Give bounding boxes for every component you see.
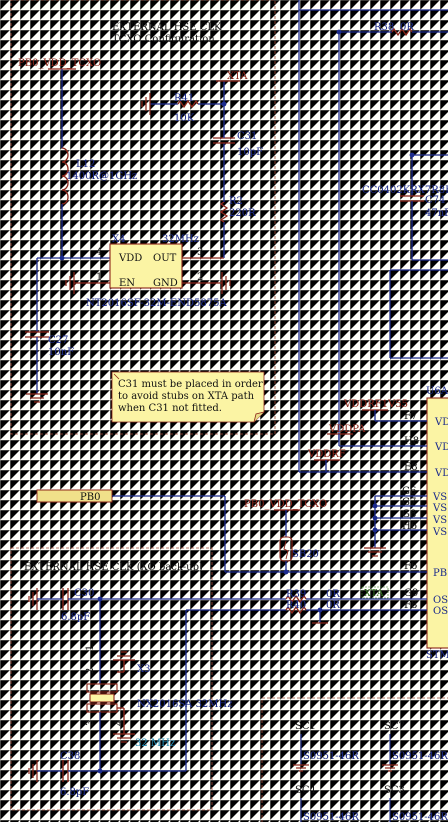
pin-h6: H6	[402, 521, 417, 532]
net-vddrf1v55: VDDRF1V55	[343, 399, 408, 410]
x4-pin4-number: 4	[96, 247, 102, 258]
x3-pin1-number: 1	[85, 645, 96, 651]
net-pb0-vdd-tcxo-top: PB0_VDD_TCXO	[18, 58, 101, 69]
pin-vd-1: VD	[434, 417, 448, 428]
pin-os-1: OS	[433, 595, 448, 606]
pin-h8: H8	[404, 436, 419, 447]
sb20-ref: SB20	[292, 549, 319, 560]
pin-vs-4: VS	[432, 527, 447, 538]
pin-vs-1: VS	[432, 492, 447, 503]
net-xta-label: XTA	[364, 588, 384, 599]
pin-g7: G7	[402, 497, 416, 508]
pb0-port-label: PB0	[80, 492, 100, 503]
pin-g6: G6	[402, 486, 416, 497]
note-line-3: when C31 not fitted.	[118, 403, 222, 414]
pin-g9: G9	[404, 588, 418, 599]
tcxo-section-subtitle: TCXO Configuration	[112, 34, 215, 45]
c74-value: 47nF	[425, 208, 448, 219]
pin-f6: F6	[404, 561, 417, 572]
r41-value: 10K	[174, 113, 195, 124]
junction-dot	[372, 527, 378, 533]
x4-pin-out: OUT	[153, 253, 177, 264]
x4-pin-en: EN	[119, 278, 135, 289]
x4-pin3-number: 3	[197, 247, 203, 258]
c38-value: 6.8pF	[60, 787, 89, 798]
r39-value: 0R	[326, 589, 340, 600]
note-line-2: to avoid stubs on XTA path	[118, 391, 255, 402]
net-vddrf: VDDRF	[307, 449, 346, 460]
net-xta-top: XTA	[227, 71, 248, 82]
u6a-ref: U6A	[426, 386, 448, 397]
sc7-part: S0951-46R	[392, 751, 448, 762]
r40-ref: R40	[286, 600, 306, 611]
sc7-ref: SC7	[384, 721, 405, 732]
pin-g8: G8	[402, 509, 416, 520]
r39-ref: R39	[286, 589, 306, 600]
c27-ref: C27	[48, 335, 68, 346]
x3-pin2-number: 2	[85, 668, 96, 674]
note-line-1: C31 must be placed in order	[118, 379, 263, 390]
junction-dot	[372, 515, 378, 521]
r2-value: 220R	[229, 208, 256, 219]
r38-value: 0R	[400, 22, 414, 33]
junction-dot	[372, 503, 378, 509]
c30-value: 6.8pF	[61, 612, 90, 623]
pin-vs-2: VS	[432, 503, 447, 514]
sc1-ref: SC1	[295, 721, 316, 732]
pin-os-2: OS	[433, 606, 448, 617]
sc3-part: S0951-46R	[392, 812, 448, 822]
tcxo-section-title: EXTERNAL HSE CLK	[112, 22, 222, 33]
x4-freq: 32MHz	[162, 234, 199, 245]
x4-pin-vdd: VDD	[118, 253, 142, 264]
sc4-ref: SC4	[295, 785, 316, 796]
r40-value: 0R	[326, 600, 340, 611]
design-note: C31 must be placed in order to avoid stu…	[111, 371, 265, 423]
pin-vd-2: VD	[434, 442, 448, 453]
pb0-port[interactable]	[36, 489, 113, 503]
sc3-ref: SC3	[384, 785, 405, 796]
x3-ref: X3	[137, 664, 150, 675]
c27-value: 10nF	[48, 347, 74, 358]
x3-freq: 32 MHz	[135, 738, 175, 749]
r38-ref: R38	[374, 22, 394, 33]
pin-pb: PB	[433, 568, 447, 579]
r2-ref: R2	[229, 196, 243, 207]
c31-ref: C31	[237, 131, 257, 142]
r41-ref: R41	[174, 93, 194, 104]
x3-crystal-body[interactable]	[89, 693, 115, 703]
u6a-name: STM	[426, 650, 448, 661]
x3-pin3-number: 3	[85, 720, 96, 726]
pin-f7: F7	[404, 411, 417, 422]
x3-part: NX2016SA 32MHz	[137, 699, 233, 710]
xo-section-title: EXTERNAL HSE CLK (XO back-up)	[24, 562, 203, 573]
sc4-part: S0951-46R	[303, 812, 359, 822]
pin-e8: E8	[404, 462, 418, 473]
schematic-canvas: EXTERNAL HSE CLK TCXO Configuration PB0_…	[0, 0, 448, 822]
c38-ref: C38	[60, 751, 80, 762]
c31-value: 10pF	[237, 147, 263, 158]
x4-ref: X4	[112, 234, 125, 245]
l12-value: 1400R@1GHz	[66, 171, 137, 182]
x4-part-number: NT2016SF-32M-END5875A	[86, 298, 227, 309]
pin-vs-3: VS	[432, 515, 447, 526]
c30-ref: C30	[74, 588, 94, 599]
pin-vd-3: VD	[434, 468, 448, 479]
pin-f8: F8	[404, 600, 417, 611]
x4-pin-gnd: GND	[153, 278, 178, 289]
x4-pin1-number: 1	[96, 272, 102, 283]
x4-pin2-number: 2	[197, 272, 203, 283]
c74-ref: C74	[425, 195, 445, 206]
net-pb0-vdd-tcxo-mid: PB0_VDD_TCXO	[244, 499, 327, 510]
sc1-part: S0951-46R	[303, 751, 359, 762]
l12-ref: L12	[76, 159, 95, 170]
